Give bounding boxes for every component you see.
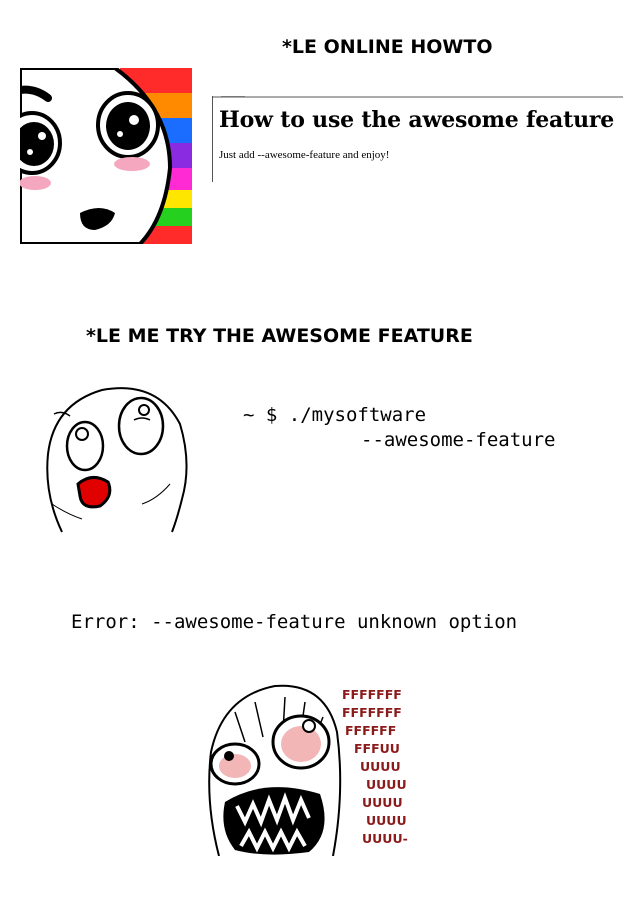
panel2-caption: *LE ME TRY THE AWESOME FEATURE bbox=[86, 325, 473, 347]
command-line-2: --awesome-feature bbox=[361, 429, 556, 451]
rage-line-8: UUUU bbox=[366, 813, 407, 828]
command-line-1: ~ $ ./mysoftware bbox=[243, 404, 427, 426]
rage-line-2: FFFFFFF bbox=[342, 705, 402, 720]
howto-page-text: Just add --awesome-feature and enjoy! bbox=[219, 149, 390, 161]
rage-line-9: UUUU- bbox=[362, 831, 408, 846]
howto-page-title: How to use the awesome feature bbox=[219, 107, 615, 133]
rage-line-3: FFFFFF bbox=[345, 723, 397, 738]
rage-line-5: UUUU bbox=[360, 759, 401, 774]
amazed-face-icon bbox=[20, 68, 192, 244]
browser-toolbar-edge bbox=[213, 96, 623, 98]
rage-line-4: FFFUU bbox=[354, 741, 400, 756]
rage-line-7: UUUU bbox=[362, 795, 403, 810]
rage-line-1: FFFFFFF bbox=[342, 687, 402, 702]
panel1-caption: *LE ONLINE HOWTO bbox=[282, 36, 493, 58]
eager-face-icon bbox=[46, 387, 188, 533]
rage-line-6: UUUU bbox=[366, 777, 407, 792]
browser-tab-edge bbox=[221, 96, 245, 97]
rage-text-block: FFFFFFF FFFFFFF FFFFFF FFFUU UUUU UUUU U… bbox=[342, 686, 408, 848]
rage-face-icon bbox=[208, 684, 342, 856]
error-message: Error: --awesome-feature unknown option bbox=[71, 611, 518, 633]
